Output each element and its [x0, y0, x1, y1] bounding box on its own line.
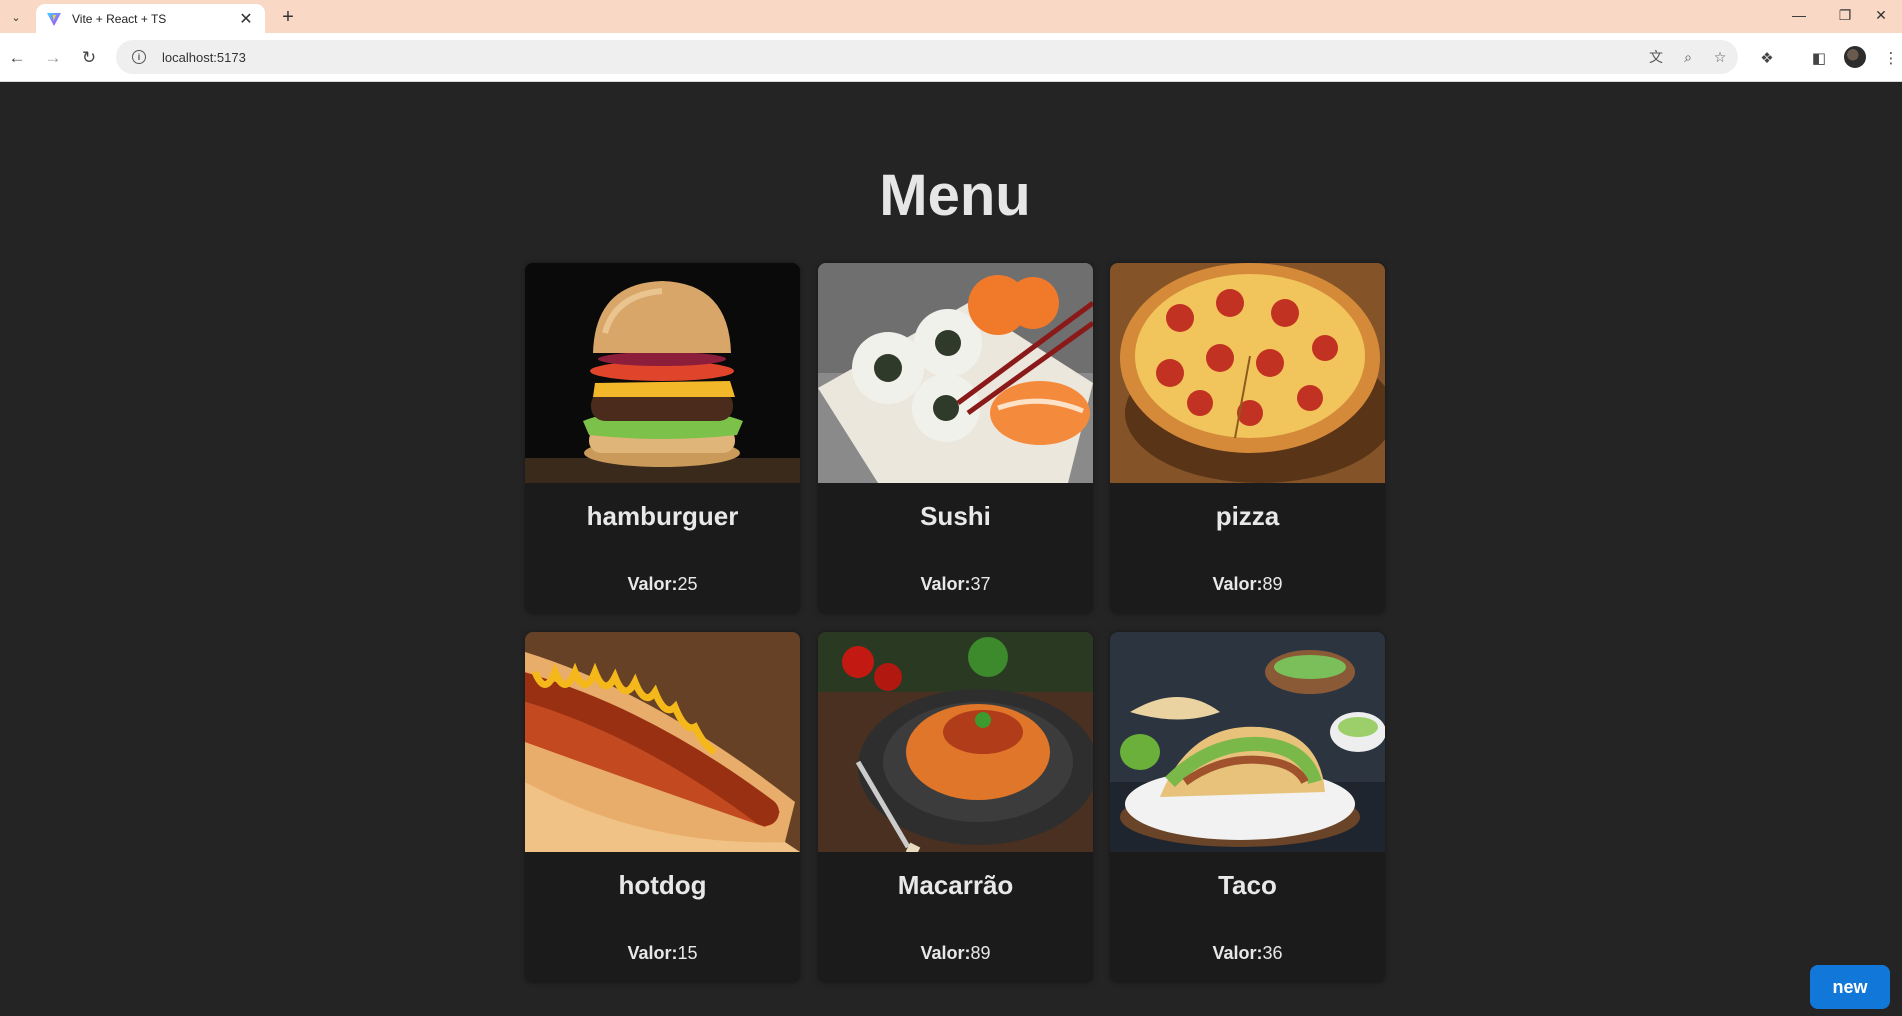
- url-text[interactable]: localhost:5173: [162, 50, 1642, 65]
- price-label: Valor:: [920, 943, 971, 963]
- menu-card: pizza Valor:89: [1110, 263, 1385, 614]
- item-name: Taco: [1218, 870, 1277, 900]
- price-label: Valor:: [920, 574, 971, 594]
- site-info-icon[interactable]: i: [132, 50, 146, 64]
- page-title: Menu: [879, 163, 1031, 228]
- minimize-icon[interactable]: —: [1776, 0, 1822, 30]
- more-menu-icon[interactable]: ⋮: [1878, 45, 1902, 71]
- window-close-icon[interactable]: ✕: [1858, 0, 1902, 30]
- item-price: Valor:15: [525, 943, 800, 964]
- item-name: Sushi: [920, 501, 991, 531]
- menu-card: Taco Valor:36: [1110, 632, 1385, 983]
- translate-icon[interactable]: 文: [1642, 43, 1670, 71]
- hamburger-photo: [525, 263, 800, 483]
- address-bar[interactable]: i localhost:5173 文 ⌕ ☆: [116, 40, 1738, 74]
- page-content: Menu hamburguer Valor:25 Sushi Valor:37 …: [0, 82, 1902, 1016]
- menu-card: Macarrão Valor:89: [818, 632, 1093, 983]
- item-name: Macarrão: [897, 870, 1014, 900]
- sushi-photo: [818, 263, 1093, 483]
- bookmark-star-icon[interactable]: ☆: [1706, 43, 1734, 71]
- zoom-icon[interactable]: ⌕: [1674, 43, 1702, 71]
- menu-card: hamburguer Valor:25: [525, 263, 800, 614]
- item-name: pizza: [1215, 501, 1280, 531]
- back-arrow-icon[interactable]: ←: [4, 45, 30, 71]
- profile-avatar[interactable]: [1844, 46, 1866, 68]
- menu-card: hotdog Valor:15: [525, 632, 800, 983]
- tab-title: Vite + React + TS: [72, 11, 167, 26]
- item-name: hamburguer: [586, 501, 739, 531]
- price-label: Valor:: [627, 943, 678, 963]
- new-tab-plus-icon[interactable]: +: [276, 5, 300, 29]
- price-label: Valor:: [1212, 943, 1263, 963]
- forward-arrow-icon[interactable]: →: [40, 45, 66, 71]
- pizza-photo: [1110, 263, 1385, 483]
- item-price: Valor:89: [1110, 574, 1385, 595]
- tab-strip: ⌄ Vite + React + TS ✕ + — ❐ ✕: [0, 0, 1902, 33]
- reload-icon[interactable]: ↻: [76, 45, 102, 71]
- side-panel-icon[interactable]: ◧: [1806, 45, 1832, 71]
- price-value: 36: [1262, 943, 1283, 963]
- price-value: 25: [677, 574, 698, 594]
- menu-card: Sushi Valor:37: [818, 263, 1093, 614]
- price-value: 89: [970, 943, 991, 963]
- item-price: Valor:25: [525, 574, 800, 595]
- extensions-puzzle-icon[interactable]: ❖: [1754, 45, 1780, 71]
- price-label: Valor:: [1212, 574, 1263, 594]
- item-price: Valor:37: [818, 574, 1093, 595]
- vite-logo-icon: [47, 12, 61, 26]
- price-label: Valor:: [627, 574, 678, 594]
- item-name: hotdog: [618, 870, 707, 900]
- taco-photo: [1110, 632, 1385, 852]
- pasta-photo: [818, 632, 1093, 852]
- item-price: Valor:89: [818, 943, 1093, 964]
- new-item-button[interactable]: new: [1810, 965, 1890, 1009]
- price-value: 37: [970, 574, 991, 594]
- price-value: 15: [677, 943, 698, 963]
- item-price: Valor:36: [1110, 943, 1385, 964]
- tab-close-icon[interactable]: ✕: [237, 10, 255, 28]
- hotdog-photo: [525, 632, 800, 852]
- browser-toolbar: ← → ↻ i localhost:5173 文 ⌕ ☆ ❖ ◧ ⋮: [0, 33, 1902, 82]
- browser-tab[interactable]: Vite + React + TS ✕: [36, 4, 265, 33]
- price-value: 89: [1262, 574, 1283, 594]
- tab-search-chevron-icon[interactable]: ⌄: [6, 7, 26, 27]
